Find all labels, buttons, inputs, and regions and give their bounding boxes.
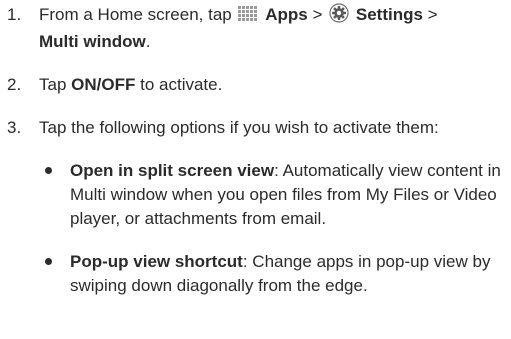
list-item: Pop-up view shortcut: Change apps in pop… — [0, 250, 511, 298]
step-3-text: Tap the following options if you wish to… — [39, 118, 439, 137]
bullet-icon — [45, 167, 52, 174]
separator: > — [312, 5, 323, 24]
options-list: Open in split screen view: Automatically… — [0, 159, 511, 298]
step-number: 2. — [7, 75, 22, 94]
step-2-prefix: Tap — [39, 75, 67, 94]
settings-label: Settings — [355, 5, 423, 24]
on-off-label: ON/OFF — [71, 75, 136, 94]
period: . — [145, 32, 151, 51]
apps-grid-icon — [238, 6, 258, 30]
bullet-icon — [45, 258, 52, 265]
step-number: 3. — [7, 118, 22, 137]
separator: > — [427, 5, 438, 24]
step-2: 2. Tap ON/OFF to activate. — [0, 73, 511, 97]
multi-window-label: Multi window — [39, 32, 146, 51]
step-2-suffix: to activate. — [140, 75, 223, 94]
option-title: Open in split screen view — [70, 161, 275, 180]
step-1-prefix: From a Home screen, tap — [39, 5, 232, 24]
instructions: 1. From a Home screen, tap Apps > Settin… — [0, 3, 511, 298]
step-1: 1. From a Home screen, tap Apps > Settin… — [0, 3, 511, 54]
settings-gear-icon — [329, 3, 349, 30]
option-title: Pop-up view shortcut — [70, 252, 243, 271]
apps-label: Apps — [265, 5, 308, 24]
list-item: Open in split screen view: Automatically… — [0, 159, 511, 231]
step-number: 1. — [7, 5, 22, 24]
step-3: 3. Tap the following options if you wish… — [0, 116, 511, 140]
